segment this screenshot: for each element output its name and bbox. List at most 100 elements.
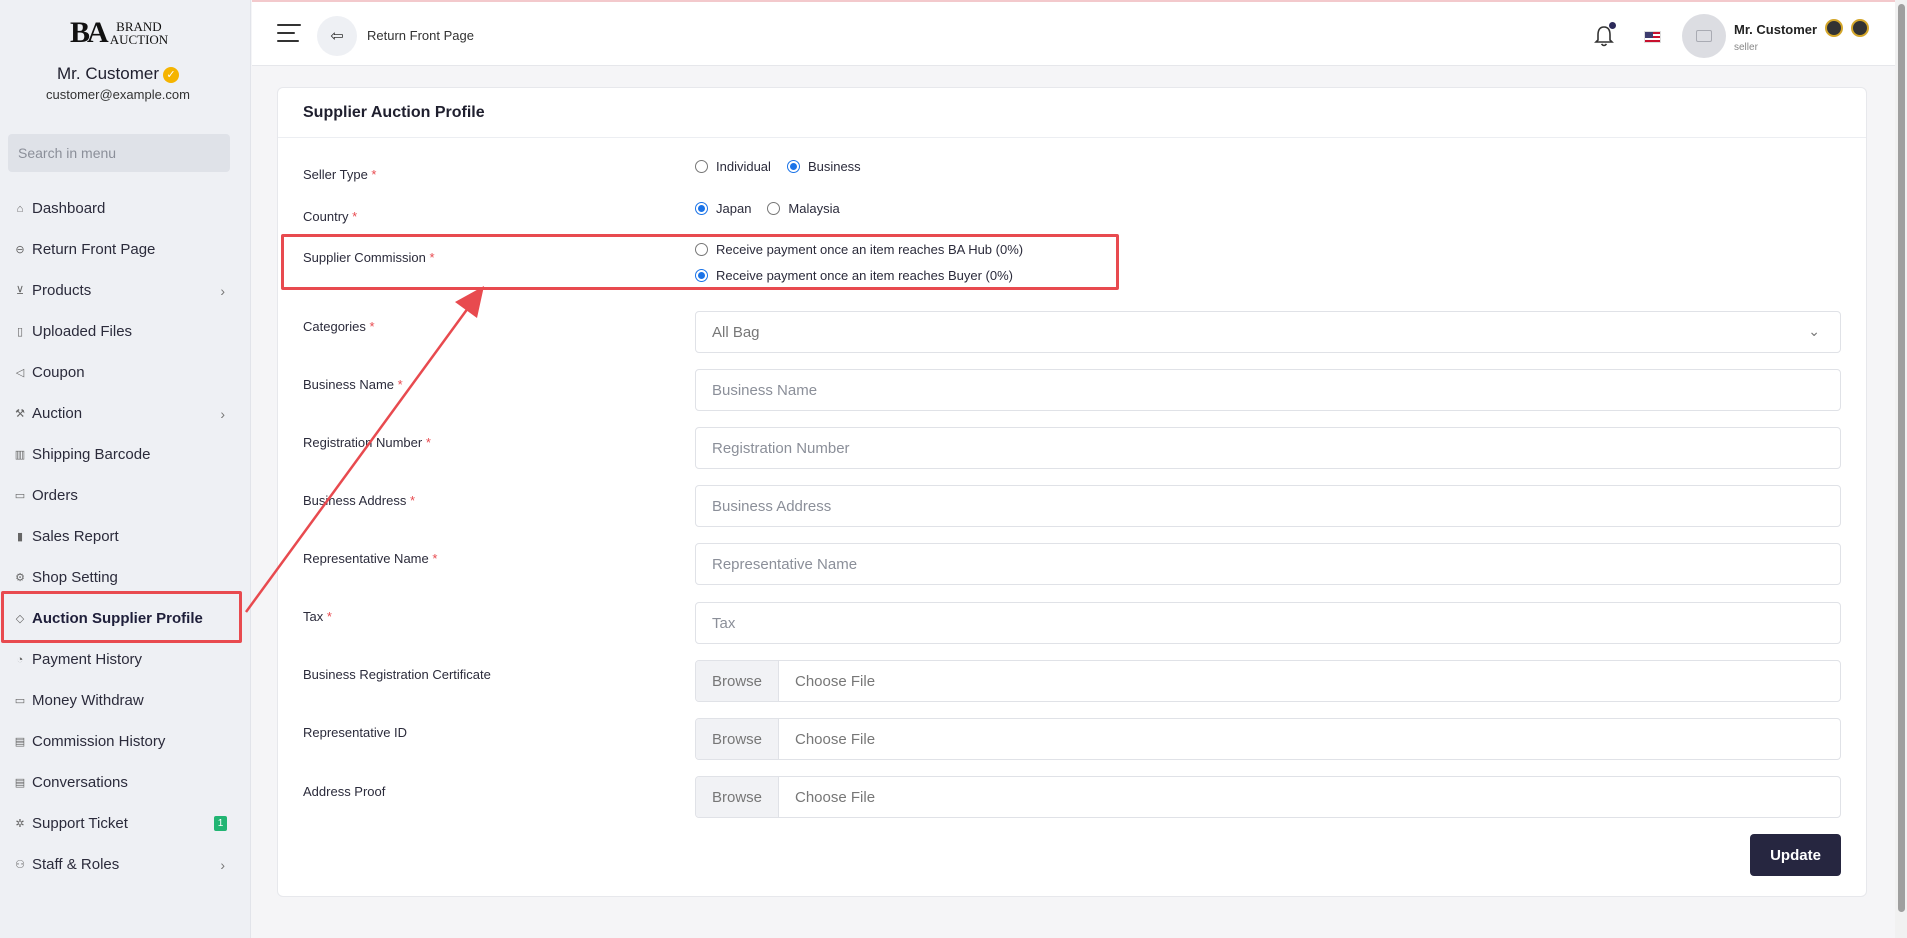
sidebar: BA BRAND AUCTION Mr. Customer ✓ customer@… (0, 0, 251, 938)
sidebar-item-money-withdraw[interactable]: ▭ Money Withdraw (0, 680, 251, 721)
annotation-highlight-commission (281, 234, 1119, 290)
image-placeholder-icon (1696, 30, 1712, 42)
seller-level-medal-icon (1825, 19, 1843, 37)
representative-id-file-input[interactable]: Browse Choose File (695, 718, 1841, 760)
return-front-page-link[interactable]: Return Front Page (367, 28, 474, 43)
address-proof-file-input[interactable]: Browse Choose File (695, 776, 1841, 818)
choose-file-text: Choose File (795, 788, 876, 806)
search-menu-input[interactable] (8, 134, 230, 172)
sidebar-item-label: Return Front Page (32, 241, 156, 258)
topbar: ⇦ Return Front Page Mr. Customer seller (252, 0, 1895, 66)
chat-icon: ▤ (14, 777, 26, 789)
business-name-input[interactable] (695, 369, 1841, 411)
categories-select[interactable]: All Bag ⌄ (695, 311, 1841, 353)
home-icon: ⌂ (16, 202, 24, 215)
us-flag-icon[interactable] (1644, 31, 1661, 43)
page-scrollbar-thumb[interactable] (1898, 4, 1905, 912)
sidebar-item-label: Uploaded Files (32, 323, 133, 340)
sidebar-item-payment-history[interactable]: ◔ Payment History (0, 639, 251, 680)
country-radio-group: Japan Malaysia (695, 201, 840, 216)
sidebar-item-orders[interactable]: ▭ Orders (0, 475, 251, 516)
sidebar-item-label: Auction (32, 405, 83, 422)
seller-type-individual-radio[interactable] (695, 160, 708, 173)
seller-type-radio-group: Individual Business (695, 159, 861, 174)
sidebar-item-coupon[interactable]: ◁ Coupon (0, 352, 251, 393)
sidebar-item-conversations[interactable]: ▤ Conversations (0, 762, 251, 803)
brand-logo[interactable]: BA BRAND AUCTION (70, 18, 168, 48)
choose-file-text: Choose File (795, 730, 876, 748)
chart-icon: ▮ (16, 531, 24, 543)
sidebar-item-label: Orders (32, 487, 78, 504)
logo-mark: BA (70, 16, 109, 49)
sidebar-item-sales-report[interactable]: ▮ Sales Report (0, 516, 251, 557)
sidebar-item-label: Conversations (32, 774, 128, 791)
seller-type-label: Seller Type * (303, 167, 377, 182)
browse-button[interactable]: Browse (696, 719, 779, 759)
chevron-right-icon: › (220, 282, 225, 299)
browse-button[interactable]: Browse (696, 661, 779, 701)
sidebar-item-label: Shipping Barcode (32, 446, 151, 463)
sidebar-item-return-front-page[interactable]: ⊖ Return Front Page (0, 229, 251, 270)
sidebar-item-label: Commission History (32, 733, 166, 750)
sidebar-item-commission-history[interactable]: ▤ Commission History (0, 721, 251, 762)
sidebar-item-staff-roles[interactable]: ⚇ Staff & Roles › (0, 844, 251, 885)
menu-toggle-icon[interactable] (277, 24, 301, 44)
gear-icon: ⚙ (15, 572, 25, 584)
sidebar-item-auction[interactable]: ⚒ Auction › (0, 393, 251, 434)
sidebar-item-uploaded-files[interactable]: ▯ Uploaded Files (0, 311, 251, 352)
country-japan-radio[interactable] (695, 202, 708, 215)
sidebar-item-support-ticket[interactable]: ✲ Support Ticket 1 (0, 803, 251, 844)
back-icon: ⊖ (15, 244, 25, 256)
tax-label: Tax * (303, 609, 332, 624)
country-label: Country * (303, 209, 358, 224)
chevron-down-icon: ⌄ (1808, 323, 1820, 339)
sidebar-item-label: Coupon (32, 364, 85, 381)
cart-icon: ⊻ (15, 285, 25, 297)
verified-badge-icon: ✓ (163, 66, 180, 83)
registration-number-input[interactable] (695, 427, 1841, 469)
history-icon: ◔ (16, 653, 24, 666)
notification-dot (1609, 22, 1616, 29)
radio-label: Japan (716, 201, 752, 216)
chevron-right-icon: › (220, 856, 225, 873)
sidebar-item-label: Staff & Roles (32, 856, 120, 873)
sidebar-user-email: customer@example.com (46, 87, 190, 102)
sidebar-item-label: Money Withdraw (32, 692, 144, 709)
address-proof-label: Address Proof (303, 784, 386, 799)
wallet-icon: ▭ (14, 695, 26, 707)
document-icon: ▤ (14, 736, 26, 748)
topbar-user-role: seller (1734, 42, 1758, 53)
categories-label: Categories * (303, 319, 375, 334)
radio-label: Malaysia (788, 201, 840, 216)
annotation-highlight-sidebar (1, 591, 242, 643)
avatar[interactable] (1682, 14, 1726, 58)
sidebar-item-dashboard[interactable]: ⌂ Dashboard (0, 188, 251, 229)
back-arrow-icon[interactable]: ⇦ (317, 16, 357, 56)
seller-type-business-radio[interactable] (786, 160, 800, 173)
sidebar-item-label: Payment History (32, 651, 143, 668)
representative-name-input[interactable] (695, 543, 1841, 585)
tax-input[interactable] (695, 602, 1841, 644)
business-address-input[interactable] (695, 485, 1841, 527)
choose-file-text: Choose File (795, 672, 876, 690)
update-button[interactable]: Update (1750, 834, 1841, 876)
support-ticket-count-badge: 1 (214, 816, 227, 831)
browse-button[interactable]: Browse (696, 777, 779, 817)
representative-name-label: Representative Name * (303, 551, 438, 566)
country-malaysia-radio[interactable] (767, 202, 781, 215)
topbar-user-name: Mr. Customer (1734, 22, 1818, 37)
sidebar-item-shipping-barcode[interactable]: ▥ Shipping Barcode (0, 434, 251, 475)
sidebar-item-products[interactable]: ⊻ Products › (0, 270, 251, 311)
registration-number-label: Registration Number * (303, 435, 431, 450)
support-icon: ✲ (15, 818, 25, 830)
business-registration-certificate-file-input[interactable]: Browse Choose File (695, 660, 1841, 702)
card-divider (278, 137, 1866, 138)
radio-label: Business (807, 159, 861, 174)
megaphone-icon: ◁ (15, 367, 25, 379)
sidebar-item-label: Dashboard (32, 200, 106, 217)
sidebar-item-label: Sales Report (32, 528, 119, 545)
sidebar-menu: ⌂ Dashboard ⊖ Return Front Page ⊻ Produc… (0, 188, 251, 885)
seller-rank-medal-icon (1851, 19, 1869, 37)
radio-label: Individual (716, 159, 771, 174)
representative-id-label: Representative ID (303, 725, 408, 740)
